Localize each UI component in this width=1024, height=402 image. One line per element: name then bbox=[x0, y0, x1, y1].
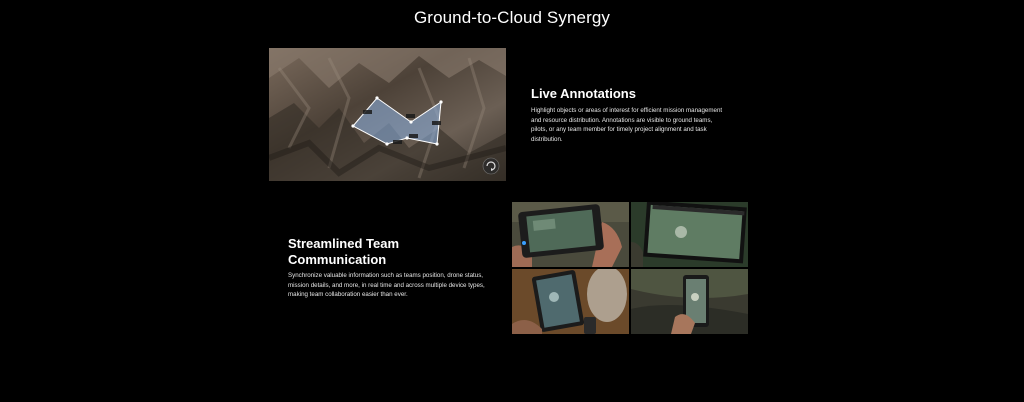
terrain-annotation-image bbox=[269, 48, 506, 181]
page-title: Ground-to-Cloud Synergy bbox=[413, 8, 610, 27]
live-annotations-heading: Live Annotations bbox=[531, 86, 636, 101]
team-communication-heading: Streamlined Team Communication bbox=[288, 236, 400, 267]
team-communication-description: Synchronize valuable information such as… bbox=[288, 272, 485, 299]
device-photo-grid bbox=[512, 202, 748, 334]
live-annotations-description: Highlight objects or areas of interest f… bbox=[531, 107, 723, 143]
rotate-icon bbox=[482, 157, 500, 175]
photo-controller-tablet bbox=[512, 202, 629, 267]
photo-laptop-screen bbox=[631, 202, 748, 267]
photo-handheld-tablet bbox=[512, 269, 629, 334]
photo-smartphone bbox=[631, 269, 748, 334]
